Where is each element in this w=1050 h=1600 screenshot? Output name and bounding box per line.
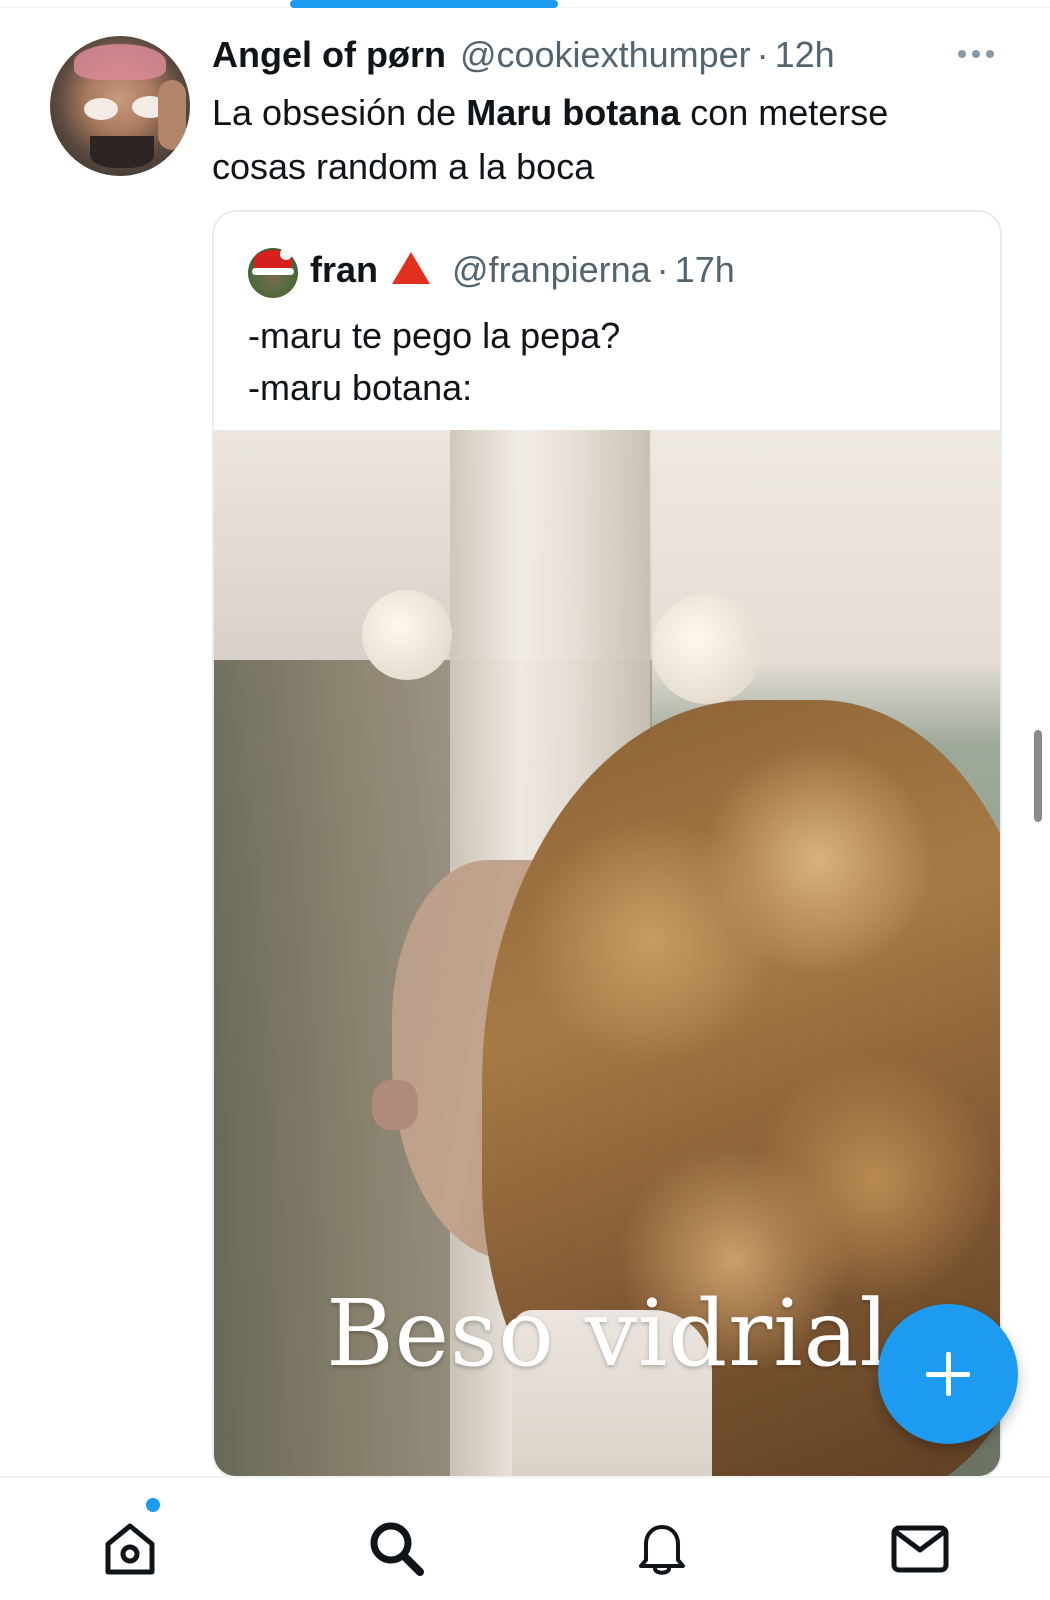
twitter-timeline-screen: Angel of pørn @cookiexthumper · 12h La o…: [0, 0, 1050, 1600]
header-separator: ·: [756, 34, 769, 75]
quoted-tweet-card[interactable]: fran @franpierna · 17h -maru te pego la …: [212, 210, 1002, 1478]
author-display-name[interactable]: Angel of pørn: [212, 34, 446, 76]
tweet-timestamp[interactable]: 12h: [775, 34, 835, 76]
messages-icon[interactable]: [888, 1516, 952, 1580]
author-handle[interactable]: @cookiexthumper: [460, 34, 751, 76]
tweet-text: La obsesión de Maru botana con meterse c…: [212, 86, 992, 194]
bottom-navigation-bar: [0, 1476, 1050, 1600]
quoted-header-separator: ·: [656, 249, 669, 290]
quoted-tweet-timestamp: 17h: [674, 249, 735, 290]
quoted-author-avatar[interactable]: [248, 248, 298, 298]
search-icon[interactable]: [364, 1516, 428, 1580]
quoted-tweet-line: -maru te pego la pepa?: [248, 315, 621, 356]
author-avatar[interactable]: [50, 36, 190, 176]
tweet-text-bold: Maru botana: [466, 92, 681, 133]
tweet-header: Angel of pørn @cookiexthumper · 12h: [212, 34, 835, 78]
photo-lamp: [652, 594, 762, 704]
home-notification-dot: [146, 1498, 160, 1512]
photo-lips: [372, 1080, 418, 1130]
compose-tweet-button[interactable]: [878, 1304, 1018, 1444]
more-options-icon[interactable]: [958, 50, 994, 58]
active-tab-indicator: [290, 0, 558, 8]
quoted-tweet-text: -maru te pego la pepa? -maru botana:: [248, 310, 968, 414]
photo-lamp: [362, 590, 452, 680]
scrollbar-thumb[interactable]: [1034, 730, 1042, 822]
quoted-tweet-line: -maru botana:: [248, 367, 473, 408]
quoted-tweet-header: fran @franpierna · 17h: [310, 244, 735, 296]
quoted-tweet-video[interactable]: Beso vidrial: [214, 430, 1000, 1476]
quoted-author-handle: @franpierna: [452, 249, 651, 290]
red-triangle-icon: [392, 252, 431, 284]
tweet-text-part: La obsesión de: [212, 92, 467, 133]
notifications-icon[interactable]: [630, 1516, 694, 1580]
quoted-author-display-name: fran: [310, 249, 379, 290]
home-icon[interactable]: [98, 1516, 162, 1580]
